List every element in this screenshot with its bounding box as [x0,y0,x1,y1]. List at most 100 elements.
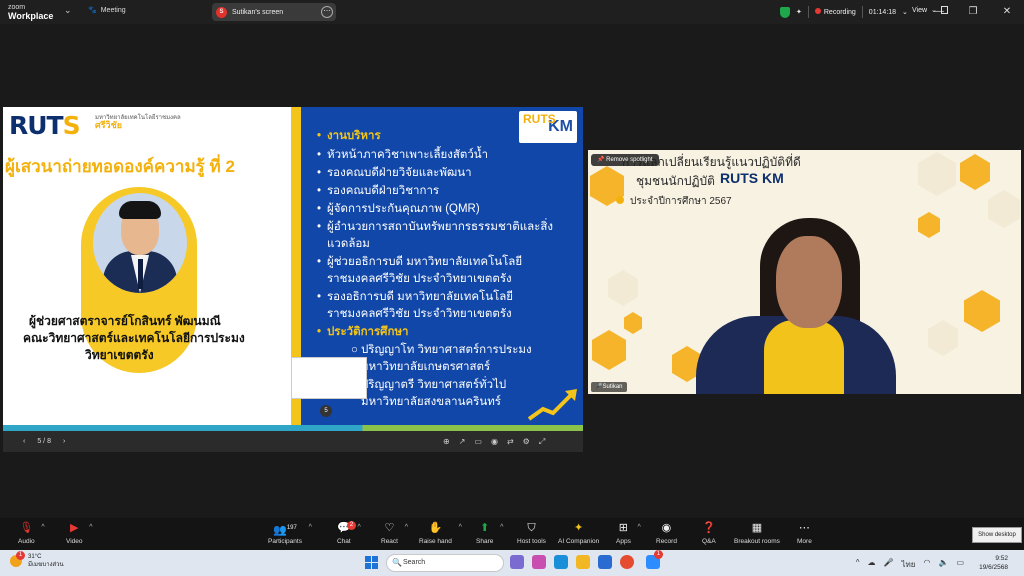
chevron-up-icon: ^ [458,524,462,531]
taskbar-search[interactable]: 🔍 Search [386,554,504,572]
meeting-tab[interactable]: 🐾 Meeting [88,6,126,15]
host-tools-button[interactable]: ⛉ Host tools [517,522,546,545]
file-explorer-icon[interactable] [576,555,590,569]
title-bar: zoom Workplace ⌄ 🐾 Meeting S Sutikan's s… [0,0,1024,24]
record-button[interactable]: ◉ Record [656,522,677,545]
shield-icon: ⛉ [527,522,536,534]
logo-subtitle: มหาวิทยาลัยเทคโนโลยีราชมงคล ศรีวิชัย [95,115,181,130]
cloud-icon[interactable]: ☁ [868,558,876,571]
speaker-icon[interactable]: 🔈 [938,558,948,571]
banner-line2: ชุมชนนักปฏิบัติ [636,174,715,188]
chevron-up-icon: ^ [500,524,504,531]
participant-name: 🎤Sutikan [591,382,627,392]
next-page-button[interactable]: › [63,438,65,445]
sparkle-icon: ✦ [573,522,584,534]
speaker-portrait [93,193,187,293]
weather-widget[interactable]: 1 31°C มีเมฆบางส่วน [10,551,64,569]
thumbnail-number: 5 [320,405,332,417]
subtitles-icon[interactable]: ▭ [474,437,482,447]
chrome-icon[interactable] [620,555,634,569]
bullet-item: ○ปริญญาตรี วิทยาศาสตร์ทั่วไป [351,379,507,391]
bullet-item: • หัวหน้าภาควิชาเพาะเลี้ยงสัตว์น้ำ [317,149,489,161]
video-tile[interactable]: การแลกเปลี่ยนเรียนรู้แนวปฏิบัติที่ดี ชุม… [588,150,1021,394]
divider [807,6,809,18]
remove-spotlight-button[interactable]: 📌 Remove spotlight [591,154,659,166]
task-view-icon[interactable] [510,555,524,569]
bullet-item-cont: ราชมงคลศรีวิชัย ประจำวิทยาเขตตรัง [327,308,512,320]
bullet-item-cont: ราชมงคลศรีวิชัย ประจำวิทยาเขตตรัง [327,273,512,285]
clock[interactable]: 9:52 19/6/2568 [979,554,1008,572]
zoom-in-icon[interactable]: ⊕ [443,437,450,447]
share-controls: ‹ 5 / 8 › ⊕ ↗ ▭ ◉ ⇄ ⚙ ⤢ [3,431,583,452]
zoom-brand[interactable]: zoom Workplace [8,3,53,21]
banner-year: ประจำปีการศึกษา 2567 [616,194,732,209]
breakout-rooms-button[interactable]: ▦ Breakout rooms [734,522,780,545]
shield-icon[interactable] [780,6,790,18]
chevron-down-icon[interactable]: ⌄ [64,5,72,16]
hex-decor [608,270,638,306]
raise-hand-button[interactable]: ✋ Raise hand ^ [419,522,462,545]
weather-temp: 31°C [28,554,42,560]
mic-icon[interactable]: 🎤 [884,558,894,571]
ai-companion-button[interactable]: ✦ AI Companion [558,522,599,545]
broadcast-icon[interactable]: ◉ [491,437,498,447]
prev-page-button[interactable]: ‹ [23,438,25,445]
record-icon: ◉ [661,522,672,534]
participant-shirt [764,320,844,394]
pointer-icon[interactable]: ↗ [459,437,466,447]
qa-button[interactable]: ❓ Q&A [702,522,716,545]
presentation-slide: RUTS มหาวิทยาลัยเทคโนโลยีราชมงคล ศรีวิชั… [3,107,583,425]
bullet-item: • รองคณบดีฝ่ายวิจัยและพัฒนา [317,167,472,179]
share-button[interactable]: ⬆ Share ^ [476,522,503,545]
react-button[interactable]: ♡ React ^ [381,522,408,545]
paw-icon: 🐾 [88,7,97,14]
hex-decor [960,154,990,190]
recording-indicator[interactable]: Recording [814,8,856,16]
audio-button[interactable]: 🎙 Audio ^ [18,522,45,545]
wifi-icon[interactable]: ◠ [923,558,930,571]
meeting-toolbar: 🎙 Audio ^ ▶ Video ^ 👥197 Participants ^ 💬 2 Chat… [0,518,1024,550]
settings-icon[interactable]: ⚙ [523,437,530,447]
windows-taskbar: 1 31°C มีเมฆบางส่วน 🔍 Search 1 ^ ☁ 🎤 ไทย ◠… [0,550,1024,576]
hand-icon: ✋ [428,522,443,534]
video-button[interactable]: ▶ Video ^ [66,522,93,545]
hex-decor [624,312,642,334]
language-indicator[interactable]: ไทย [902,558,916,571]
divider [861,6,863,18]
edge-icon[interactable] [554,555,568,569]
participants-button[interactable]: 👥197 Participants ^ [268,522,312,545]
windows-start-icon[interactable] [365,556,378,569]
store-icon[interactable] [598,555,612,569]
switch-icon[interactable]: ⇄ [507,437,514,447]
bullet-item: • ผู้ช่วยอธิการบดี มหาวิทยาลัยเทคโนโลยี [317,256,523,268]
copilot-icon[interactable] [532,555,546,569]
close-icon[interactable]: ✕ [990,0,1024,24]
more-icon[interactable]: ⋯ [321,6,333,18]
chevron-up-icon: ^ [41,524,45,531]
share-tab-label: Sutikan's screen [232,8,284,16]
fullscreen-icon[interactable]: ⤢ [539,437,545,447]
bullet-item-cont: แวดล้อม [327,238,370,250]
bullet-item: ○ ปริญญาโท วิทยาศาสตร์การประมง [351,344,532,356]
chevron-down-icon[interactable]: ⌄ [902,8,908,16]
hex-decor [592,330,626,370]
shared-screen[interactable]: RUTS มหาวิทยาลัยเทคโนโลยีราชมงคล ศรีวิชั… [3,107,583,452]
zoom-icon[interactable]: 1 [646,550,663,569]
bullet-item-cont: มหาวิทยาลัยสงขลานครินทร์ [361,396,501,408]
video-off-icon: ▶ [70,522,79,534]
more-button[interactable]: ⋯ More [797,522,812,545]
chevron-up-icon[interactable]: ^ [856,558,860,571]
speaker-campus: วิทยาเขตตรัง [85,348,154,362]
share-tab[interactable]: S Sutikan's screen ⋯ [212,3,336,21]
more-icon: ⋯ [798,522,810,534]
slide-title: ผู้เสวนาถ่ายทอดองค์ความรู้ ที่ 2 [5,157,235,176]
battery-icon[interactable]: ▭ [956,558,964,571]
slide-thumbnail[interactable] [291,357,367,399]
apps-button[interactable]: ⊞ Apps ^ [616,522,641,545]
sparkle-icon[interactable]: ✦ [796,8,802,16]
search-icon: 🔍 [392,558,402,567]
minimize-icon[interactable]: — [922,0,956,24]
chat-button[interactable]: 💬 2 Chat ^ [337,521,361,545]
bullet-heading: • งานบริหาร [317,130,381,142]
restore-icon[interactable]: ❐ [956,0,990,24]
